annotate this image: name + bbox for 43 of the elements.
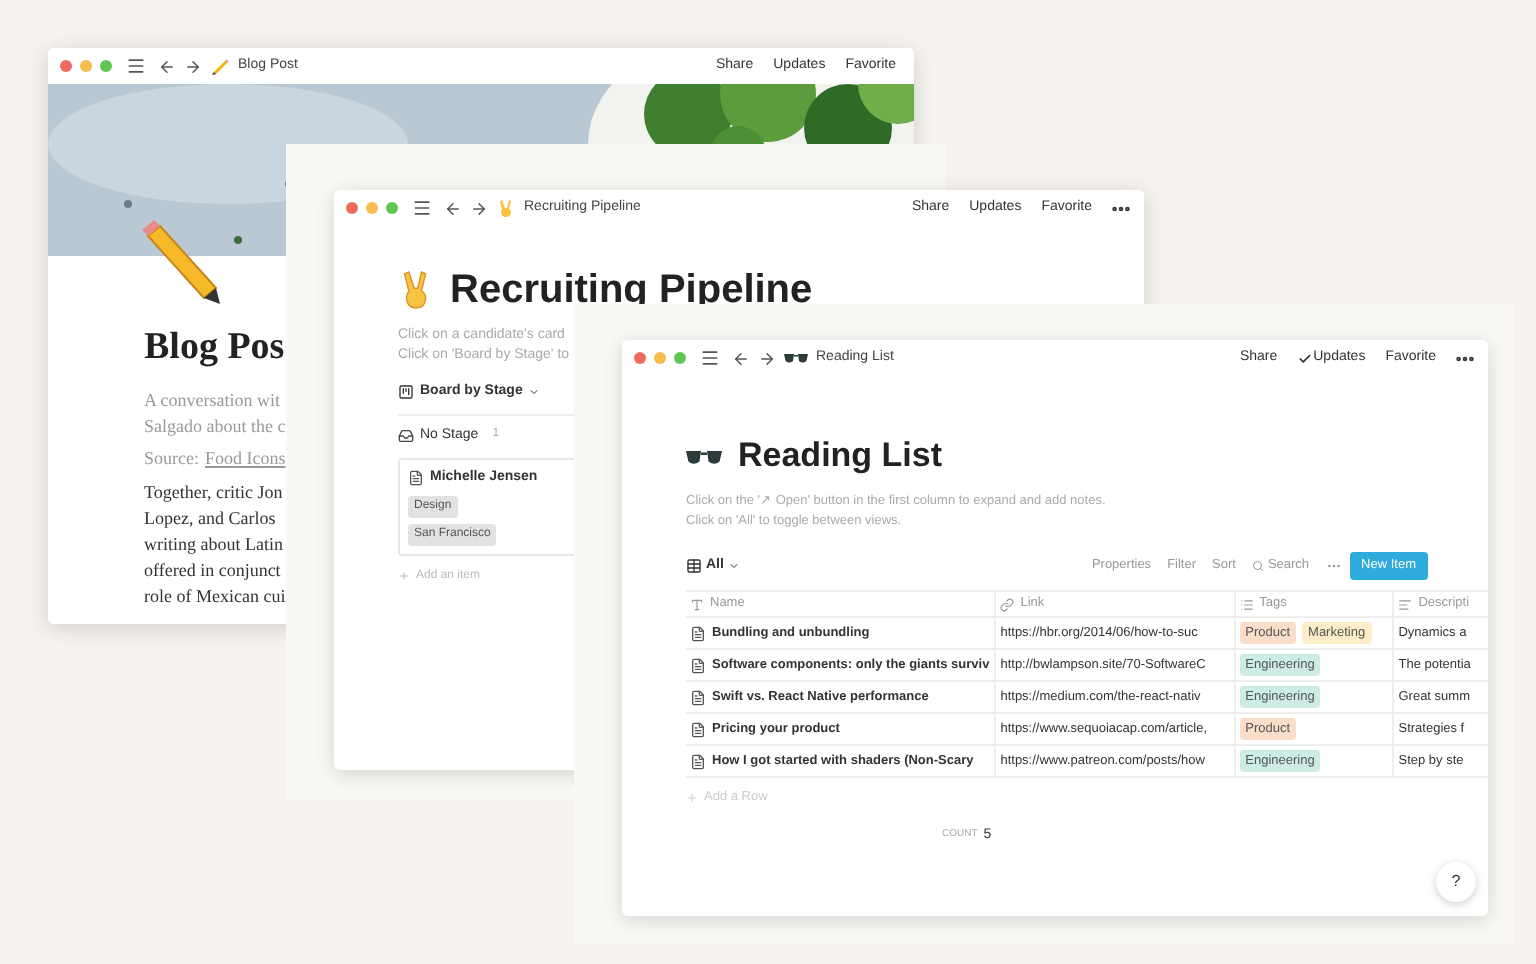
page-heading: Blog Pos [144,324,285,372]
page-icon [690,689,706,705]
page-icon [690,625,706,641]
menu-icon[interactable] [700,348,720,368]
list-icon [1239,597,1254,611]
search-icon [1251,560,1264,572]
glasses-icon [784,352,808,364]
intro-text: Salgado about the c [144,414,286,440]
menu-icon[interactable] [412,198,432,218]
pencil-icon [210,56,230,76]
body-text: Lopez, and Carlos [144,506,276,532]
inbox-icon [398,427,414,444]
source-label: Source: [144,446,199,472]
page-icon [690,753,706,769]
body-text: Together, critic Jon [144,480,283,506]
page-icon [408,470,424,487]
intro-text: A conversation wit [144,388,280,414]
page-heading: Recruiting Pipeline [450,266,813,314]
forward-icon[interactable] [184,57,202,75]
check-icon [1297,351,1312,365]
glasses-icon [686,447,722,465]
link-icon [1000,597,1015,611]
forward-icon[interactable] [758,349,776,367]
chevron-icon [727,560,740,572]
lines-icon [1398,597,1413,611]
forward-icon[interactable] [470,199,488,217]
back-icon[interactable] [732,349,750,367]
page-icon [690,721,706,737]
menu-icon[interactable] [126,56,146,76]
page-icon [690,657,706,673]
back-icon[interactable] [158,57,176,75]
body-text: offered in conjunct [144,558,281,584]
body-text: writing about Latin [144,532,283,558]
plus-icon [398,570,410,582]
text-icon [690,597,704,611]
back-icon[interactable] [444,199,462,217]
board-icon [398,384,414,401]
page-heading: Reading List [738,436,943,476]
help-button[interactable]: ? [1436,862,1476,902]
plus-icon [686,791,698,804]
body-text: role of Mexican cui [144,584,286,610]
chevron-icon [528,386,541,399]
table-icon [686,558,702,574]
